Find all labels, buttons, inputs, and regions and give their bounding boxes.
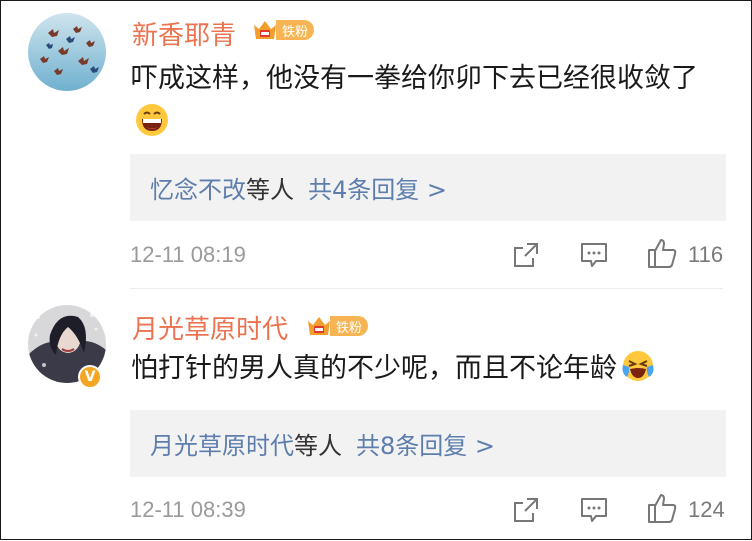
fan-badge[interactable]: 铁粉	[305, 312, 369, 340]
comment-meta: 12-11 08:39 124	[130, 491, 726, 531]
timestamp: 12-11 08:39	[130, 497, 246, 522]
laughing-tears-emoji	[622, 351, 654, 381]
comment-text: 怕打针的男人真的不少呢，而且不论年龄	[131, 347, 721, 391]
comment-text: 吓成这样，他没有一拳给你卯下去已经很收敛了	[131, 57, 721, 145]
divider	[130, 288, 723, 289]
username[interactable]: 月光草原时代	[132, 309, 288, 346]
timestamp: 12-11 08:19	[130, 242, 246, 267]
crown-icon	[254, 21, 276, 39]
reply-names[interactable]: 忆念不改	[150, 170, 246, 205]
comment-text-content: 吓成这样，他没有一拳给你卯下去已经很收敛了	[131, 63, 698, 94]
avatar[interactable]	[28, 13, 106, 91]
like-icon[interactable]	[646, 491, 680, 525]
reply-suffix: 等人	[246, 176, 294, 204]
comment-item: 新香耶青 铁粉 吓成这样，他没有一拳给你卯下去已经很收敛了 忆念不改 等人 共4…	[1, 1, 752, 286]
verified-icon: V	[78, 365, 102, 389]
like-icon[interactable]	[646, 236, 680, 270]
username[interactable]: 新香耶青	[132, 15, 236, 52]
reply-names[interactable]: 月光草原时代	[150, 426, 294, 461]
like-count: 116	[688, 242, 724, 267]
reply-count[interactable]: 共4条回复 >	[308, 170, 447, 205]
comment-list: 新香耶青 铁粉 吓成这样，他没有一拳给你卯下去已经很收敛了 忆念不改 等人 共4…	[0, 0, 752, 540]
reply-suffix: 等人	[294, 432, 342, 460]
share-icon[interactable]	[511, 240, 541, 270]
comment-meta: 12-11 08:19 116	[130, 236, 726, 276]
comment-item: V 月光草原时代 铁粉 怕打针的男人真的不少呢，而且不论年龄 月光草原时代 等人…	[1, 293, 752, 541]
reply-summary[interactable]: 忆念不改 等人 共4条回复 >	[130, 154, 726, 221]
crown-icon	[308, 317, 330, 335]
comment-text-content: 怕打针的男人真的不少呢，而且不论年龄	[131, 353, 617, 384]
share-icon[interactable]	[511, 495, 541, 525]
comment-icon[interactable]	[579, 495, 609, 525]
reply-summary[interactable]: 月光草原时代 等人 共8条回复 >	[130, 410, 726, 477]
fan-badge-label: 铁粉	[330, 316, 369, 336]
grinning-face-emoji	[136, 104, 168, 136]
fan-badge-label: 铁粉	[276, 20, 315, 40]
fan-badge[interactable]: 铁粉	[251, 16, 315, 44]
comment-icon[interactable]	[579, 240, 609, 270]
like-count: 124	[688, 497, 725, 522]
reply-count[interactable]: 共8条回复 >	[356, 426, 495, 461]
